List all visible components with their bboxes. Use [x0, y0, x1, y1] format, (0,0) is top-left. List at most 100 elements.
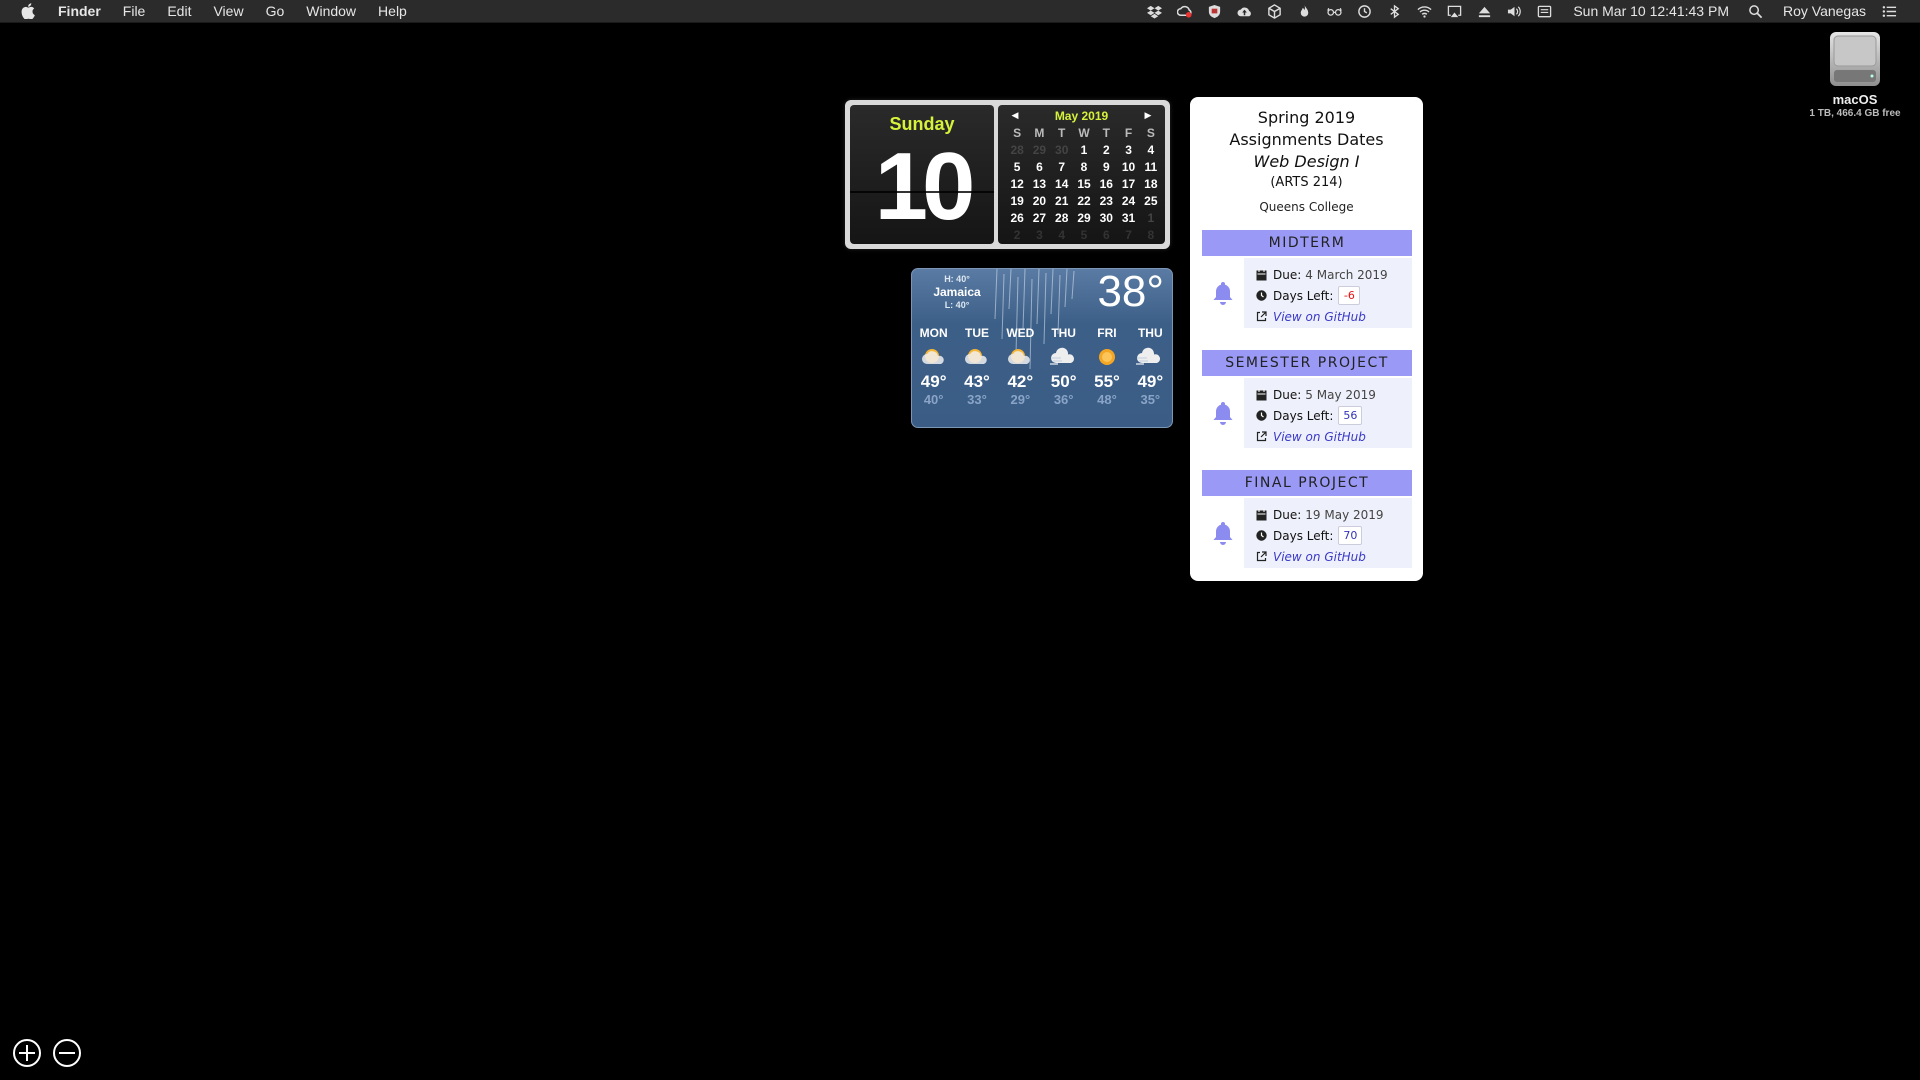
calendar-date-cell[interactable]: 23: [1095, 193, 1117, 210]
calendar-date-cell[interactable]: 4: [1140, 142, 1162, 159]
menu-window[interactable]: Window: [306, 3, 356, 19]
partly-sunny-icon: [912, 342, 955, 372]
weather-widget[interactable]: H: 40° Jamaica L: 40° 38° MON 49° 40° TU…: [911, 268, 1173, 428]
calendar-date-cell[interactable]: 2: [1095, 142, 1117, 159]
volume-icon[interactable]: [1505, 3, 1523, 19]
airplay-icon[interactable]: [1445, 3, 1463, 19]
calendar-date-cell[interactable]: 6: [1028, 159, 1050, 176]
calendar-date-cell[interactable]: 16: [1095, 176, 1117, 193]
flame-icon[interactable]: [1295, 3, 1313, 19]
time-machine-icon[interactable]: [1355, 3, 1373, 19]
assignment-body: Due: 19 May 2019 Days Left: 70 View on G…: [1202, 498, 1412, 568]
calendar-date-cell[interactable]: 3: [1028, 227, 1050, 244]
calendar-date-cell[interactable]: 2: [1006, 227, 1028, 244]
assignment-card-semester-project: SEMESTER PROJECT Due: 5 May 2019 Days Le…: [1202, 350, 1412, 452]
menu-user[interactable]: Roy Vanegas: [1783, 3, 1866, 19]
next-month-icon[interactable]: ▶: [1141, 108, 1155, 122]
calendar-date-cell[interactable]: 29: [1073, 210, 1095, 227]
calendar-date-cell[interactable]: 4: [1051, 227, 1073, 244]
calendar-date-cell[interactable]: 18: [1140, 176, 1162, 193]
calendar-date-cell[interactable]: 28: [1051, 210, 1073, 227]
calendar-date-cell[interactable]: 8: [1073, 159, 1095, 176]
windy-cloud-icon: [1042, 342, 1085, 372]
creative-cloud-icon[interactable]: [1175, 3, 1193, 19]
spotlight-search-icon[interactable]: [1747, 3, 1765, 19]
external-link-icon: [1256, 311, 1267, 322]
calendar-date-cell[interactable]: 28: [1006, 142, 1028, 159]
add-widget-button[interactable]: [13, 1039, 41, 1067]
weekday-header: T: [1102, 126, 1110, 140]
calendar-day-panel[interactable]: Sunday 10: [850, 105, 994, 244]
wifi-icon[interactable]: [1415, 3, 1433, 19]
display-icon[interactable]: [1535, 3, 1553, 19]
calendar-date-cell[interactable]: 26: [1006, 210, 1028, 227]
box-icon[interactable]: [1265, 3, 1283, 19]
bluetooth-icon[interactable]: [1385, 3, 1403, 19]
assignments-widget[interactable]: Spring 2019 Assignments Dates Web Design…: [1190, 97, 1423, 581]
calendar-day-number: 10: [874, 133, 976, 240]
calendar-date-cell[interactable]: 22: [1073, 193, 1095, 210]
menu-clock[interactable]: Sun Mar 10 12:41:43 PM: [1573, 3, 1729, 19]
calendar-date-cell[interactable]: 31: [1117, 210, 1139, 227]
apple-menu-icon[interactable]: [20, 2, 36, 20]
calendar-widget[interactable]: Sunday 10 ◀ May 2019 ▶ S M T W T F S 28 29 30 1 2 3 4…: [845, 100, 1170, 249]
menu-go[interactable]: Go: [266, 3, 285, 19]
weather-forecast: MON 49° 40° TUE 43° 33° WED 42° 29° THU …: [912, 326, 1172, 407]
assignments-title-line2: Assignments Dates: [1229, 130, 1384, 149]
dropbox-icon[interactable]: [1145, 3, 1163, 19]
calendar-date-cell[interactable]: 27: [1028, 210, 1050, 227]
remove-widget-button[interactable]: [53, 1039, 81, 1067]
calendar-date-cell[interactable]: 24: [1117, 193, 1139, 210]
desktop-disk[interactable]: macOS 1 TB, 466.4 GB free: [1800, 30, 1910, 119]
glasses-icon[interactable]: [1325, 3, 1343, 19]
calendar-date-cell[interactable]: 8: [1140, 227, 1162, 244]
calendar-date-cell[interactable]: 6: [1095, 227, 1117, 244]
menu-app-finder[interactable]: Finder: [58, 3, 101, 19]
calendar-date-cell[interactable]: 19: [1006, 193, 1028, 210]
days-left-row: Days Left: 56: [1256, 405, 1376, 426]
bell-panel: [1202, 378, 1244, 448]
forecast-day-name: THU: [1137, 326, 1163, 340]
github-link[interactable]: View on GitHub: [1273, 310, 1366, 324]
calendar-date-cell[interactable]: 17: [1117, 176, 1139, 193]
calendar-date-cell[interactable]: 30: [1051, 142, 1073, 159]
bell-icon: [1213, 522, 1233, 545]
github-link[interactable]: View on GitHub: [1273, 550, 1366, 564]
calendar-date-cell[interactable]: 5: [1073, 227, 1095, 244]
calendar-date-cell[interactable]: 9: [1095, 159, 1117, 176]
github-link[interactable]: View on GitHub: [1273, 430, 1366, 444]
calendar-date-cell[interactable]: 14: [1051, 176, 1073, 193]
calendar-date-cell[interactable]: 7: [1051, 159, 1073, 176]
due-row: Due: 4 March 2019: [1256, 264, 1388, 285]
due-label: Due:: [1273, 387, 1302, 402]
cloud-upload-icon[interactable]: [1235, 3, 1253, 19]
calendar-date-cell[interactable]: 7: [1117, 227, 1139, 244]
menu-edit[interactable]: Edit: [167, 3, 191, 19]
calendar-date-cell[interactable]: 5: [1006, 159, 1028, 176]
calendar-date-cell[interactable]: 29: [1028, 142, 1050, 159]
forecast-day: FRI 55° 48°: [1085, 326, 1128, 407]
prev-month-icon[interactable]: ◀: [1008, 108, 1022, 122]
eject-icon[interactable]: [1475, 3, 1493, 19]
calendar-date-cell[interactable]: 3: [1117, 142, 1139, 159]
calendar-date-cell[interactable]: 20: [1028, 193, 1050, 210]
calendar-date-cell[interactable]: 15: [1073, 176, 1095, 193]
calendar-date-cell[interactable]: 21: [1051, 193, 1073, 210]
calendar-date-cell[interactable]: 1: [1140, 210, 1162, 227]
forecast-day-name: THU: [1051, 326, 1076, 340]
forecast-day: THU 49° 35°: [1129, 326, 1172, 407]
menu-help[interactable]: Help: [378, 3, 407, 19]
calendar-date-cell[interactable]: 13: [1028, 176, 1050, 193]
menu-view[interactable]: View: [213, 3, 243, 19]
calendar-date-cell[interactable]: 12: [1006, 176, 1028, 193]
assignment-body: Due: 4 March 2019 Days Left: -6 View on …: [1202, 258, 1412, 328]
calendar-date-cell[interactable]: 25: [1140, 193, 1162, 210]
calendar-date-cell[interactable]: 11: [1140, 159, 1162, 176]
shield-icon[interactable]: [1205, 3, 1223, 19]
calendar-date-cell[interactable]: 30: [1095, 210, 1117, 227]
notification-center-icon[interactable]: [1880, 3, 1898, 19]
menu-file[interactable]: File: [123, 3, 146, 19]
calendar-date-cell[interactable]: 1: [1073, 142, 1095, 159]
calendar-date-cell[interactable]: 10: [1117, 159, 1139, 176]
partly-sunny-icon: [955, 342, 998, 372]
